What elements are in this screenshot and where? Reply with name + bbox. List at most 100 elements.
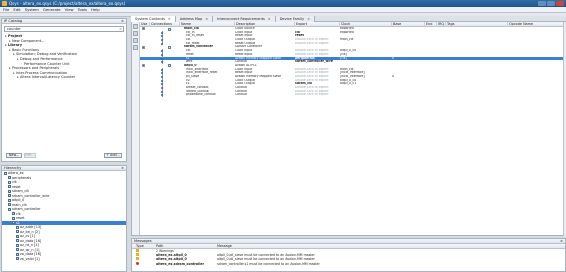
close-tab-icon[interactable]: × bbox=[307, 17, 310, 21]
connection-dot-icon[interactable] bbox=[161, 87, 163, 89]
message-text: sdram_controller.s1 must be connected to… bbox=[217, 261, 320, 266]
library-tree-label: New Component... bbox=[12, 38, 45, 43]
cell-desc: Conduit bbox=[235, 93, 247, 97]
cell-clock[interactable] bbox=[340, 93, 391, 97]
edit-component-button[interactable]: Edit... bbox=[24, 153, 36, 158]
component-icon bbox=[16, 230, 19, 234]
close-tab-icon[interactable]: × bbox=[268, 17, 271, 21]
close-icon[interactable]: × bbox=[121, 19, 124, 24]
library-tree-label: Basic Functions bbox=[12, 47, 40, 52]
component-icon bbox=[8, 203, 11, 207]
connection-dot-icon[interactable] bbox=[161, 75, 163, 78]
hierarchy-title: Hierarchy bbox=[4, 166, 22, 170]
library-search-input[interactable]: counter × bbox=[4, 26, 124, 32]
menu-system[interactable]: System bbox=[25, 7, 39, 12]
connection-dot-icon[interactable] bbox=[161, 42, 163, 45]
filter-icon[interactable] bbox=[133, 45, 138, 50]
component-icon bbox=[16, 225, 19, 229]
menu-tools[interactable]: Tools bbox=[78, 7, 87, 12]
menu-edit[interactable]: Edit bbox=[13, 7, 20, 12]
message-type-marker bbox=[136, 257, 139, 261]
library-tree-label: Project bbox=[8, 34, 23, 38]
component-icon bbox=[4, 171, 7, 175]
library-tree-label: Library bbox=[8, 43, 23, 48]
component-icon bbox=[8, 176, 11, 180]
connection-dot-icon[interactable] bbox=[161, 31, 163, 34]
tab-label: Interconnect Requirements bbox=[217, 17, 265, 21]
connection-dot-icon[interactable] bbox=[161, 68, 163, 71]
library-tree-label: Simulation; Debug and Verification bbox=[16, 52, 77, 57]
component-icon bbox=[12, 216, 15, 220]
table-body: main_clk Clock Source exported clk_in Clock … bbox=[140, 27, 565, 98]
library-tree-item[interactable]: ▸Altera Interval/Latency Counter bbox=[2, 75, 126, 80]
component-icon bbox=[8, 194, 11, 198]
connection-dot-icon[interactable] bbox=[161, 53, 163, 56]
connection-dot-icon[interactable] bbox=[161, 57, 163, 60]
tab-label: System Contents bbox=[135, 17, 165, 21]
library-search-value: counter bbox=[7, 27, 21, 31]
message-type-marker bbox=[136, 261, 139, 265]
library-tree-label: Debug and Performance bbox=[20, 56, 63, 61]
component-icon bbox=[16, 234, 19, 238]
table-row[interactable]: phasedone_conduit Conduit Double-click to … bbox=[140, 93, 565, 98]
move-down-icon[interactable] bbox=[133, 31, 138, 36]
hierarchy-header: Hierarchy × bbox=[2, 166, 126, 171]
message-row[interactable]: altera_ex.sdram_controller sdram_controll… bbox=[132, 261, 565, 266]
component-icon bbox=[8, 198, 11, 202]
close-button[interactable] bbox=[556, 1, 564, 6]
component-icon bbox=[8, 180, 11, 184]
system-side-toolbar bbox=[132, 22, 140, 235]
window-title: Qsys - altera_ex.qsys (C:/project/altera… bbox=[9, 1, 126, 6]
system-contents-table: Use Connections Name Description Export Clock… bbox=[131, 22, 566, 236]
component-icon bbox=[8, 189, 11, 193]
hierarchy-panel: Hierarchy × altera_ex peripherals clk reset… bbox=[1, 165, 127, 272]
hierarchy-item-label: za_valid [1] bbox=[20, 256, 40, 261]
menu-generate[interactable]: Generate bbox=[43, 7, 61, 12]
tab-label: Device Family bbox=[279, 17, 305, 21]
ip-catalog-panel: IP Catalog × counter × ▸Project ▸New Comp… bbox=[1, 18, 127, 162]
component-icon bbox=[8, 185, 11, 189]
library-tree-label: Inter-Process Communication bbox=[16, 70, 68, 75]
component-icon bbox=[16, 252, 19, 256]
component-icon bbox=[16, 248, 19, 252]
close-tab-icon[interactable]: × bbox=[205, 17, 208, 21]
move-up-icon[interactable] bbox=[133, 24, 138, 29]
library-tree-label: Processors and Peripherals bbox=[12, 66, 60, 71]
component-icon bbox=[12, 212, 15, 216]
close-icon[interactable]: × bbox=[121, 166, 124, 171]
library-tree: ▸Project ▸New Component... ▸Library ▸Basic … bbox=[2, 34, 126, 80]
menu-help[interactable]: Help bbox=[91, 7, 100, 12]
cell-base[interactable] bbox=[392, 93, 424, 97]
message-type-marker bbox=[136, 253, 139, 257]
close-tab-icon[interactable]: × bbox=[168, 17, 171, 21]
component-icon bbox=[16, 239, 19, 243]
connection-dot-icon[interactable] bbox=[161, 79, 163, 82]
menu-view[interactable]: View bbox=[65, 7, 74, 12]
tab-label: Address Map bbox=[179, 17, 203, 21]
messages-title: Messages bbox=[134, 239, 152, 243]
app-icon bbox=[2, 1, 7, 6]
ip-catalog-title: IP Catalog bbox=[4, 19, 23, 23]
ip-catalog-header: IP Catalog × bbox=[2, 19, 126, 24]
menu-file[interactable]: File bbox=[3, 7, 9, 12]
hierarchy-tree: altera_ex peripherals clk reset sdram_clk sdr… bbox=[2, 171, 126, 261]
component-icon bbox=[16, 243, 19, 247]
component-icon bbox=[12, 221, 15, 225]
connection-dot-icon[interactable] bbox=[161, 90, 163, 93]
new-component-button[interactable]: New... bbox=[6, 153, 22, 158]
add-component-button[interactable]: + Add... bbox=[104, 153, 122, 158]
messages-panel: Messages × Type Path Message 2 Warnings alt… bbox=[131, 238, 566, 272]
clear-search-icon[interactable]: × bbox=[119, 27, 122, 32]
cell-export[interactable]: Double-click to export bbox=[295, 93, 339, 97]
messages-list: 2 Warnings altera_ex.altpll_0 altpll_0.pll… bbox=[132, 249, 565, 266]
component-icon bbox=[8, 207, 11, 211]
maximize-button[interactable] bbox=[547, 1, 555, 6]
library-tree-label: Altera Interval/Latency Counter bbox=[20, 75, 76, 80]
hierarchy-item[interactable]: za_valid [1] bbox=[2, 257, 126, 262]
cell-name: phasedone_conduit bbox=[186, 93, 216, 97]
component-icon bbox=[16, 257, 19, 261]
message-path: altera_ex.sdram_controller bbox=[156, 261, 205, 266]
window-titlebar: Qsys - altera_ex.qsys (C:/project/altera… bbox=[0, 0, 566, 7]
minimize-button[interactable] bbox=[538, 1, 546, 6]
remove-icon[interactable] bbox=[133, 38, 138, 43]
